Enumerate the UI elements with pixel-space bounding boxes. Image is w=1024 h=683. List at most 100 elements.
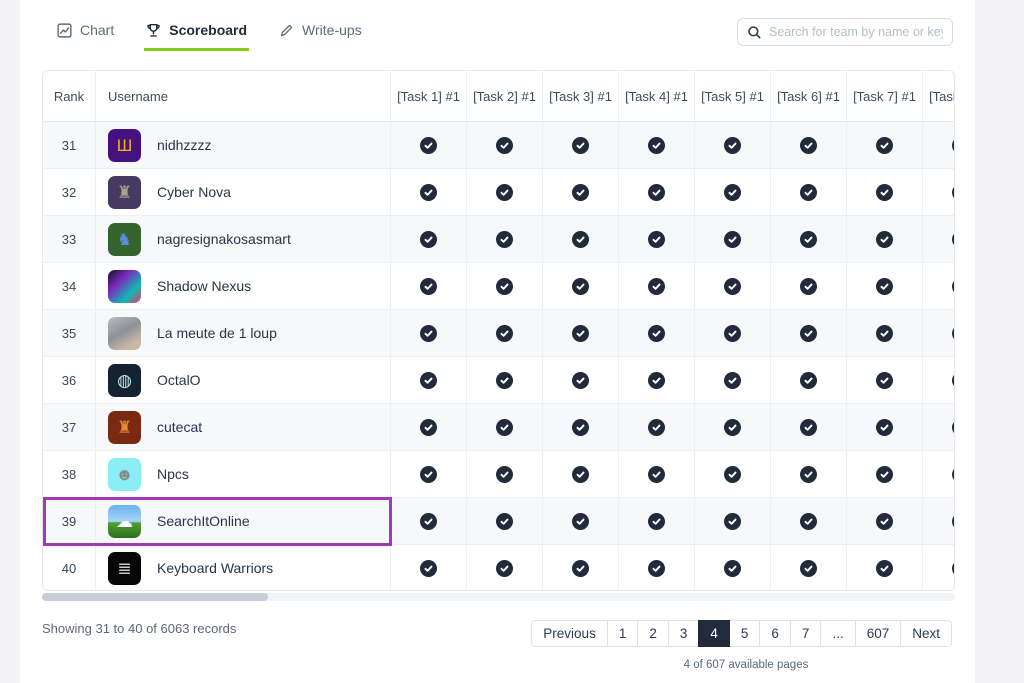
solved-check-icon bbox=[724, 372, 741, 389]
solve-cell bbox=[923, 451, 955, 497]
pagination-page-1[interactable]: 1 bbox=[607, 620, 639, 647]
table-row[interactable]: 33♞nagresignakosasmart bbox=[43, 216, 955, 263]
pagination-page-607[interactable]: 607 bbox=[855, 620, 902, 647]
tab-label: Scoreboard bbox=[169, 22, 247, 38]
pagination-next[interactable]: Next bbox=[900, 620, 952, 647]
username-cell: ♜cutecat bbox=[96, 404, 391, 450]
table-row[interactable]: 32♜Cyber Nova bbox=[43, 169, 955, 216]
solved-check-icon bbox=[876, 278, 893, 295]
pagination-page-6[interactable]: 6 bbox=[759, 620, 791, 647]
solved-check-icon bbox=[496, 560, 513, 577]
table-row[interactable]: 40≣Keyboard Warriors bbox=[43, 545, 955, 591]
username-label: Keyboard Warriors bbox=[157, 560, 273, 576]
solve-cell bbox=[695, 216, 771, 262]
solved-check-icon bbox=[420, 184, 437, 201]
solved-check-icon bbox=[876, 231, 893, 248]
solve-cell bbox=[619, 451, 695, 497]
solve-cell bbox=[543, 404, 619, 450]
tab-label: Write-ups bbox=[302, 22, 362, 38]
table-row[interactable]: 38☻Npcs bbox=[43, 451, 955, 498]
trophy-icon bbox=[146, 23, 161, 38]
solved-check-icon bbox=[876, 325, 893, 342]
solved-check-icon bbox=[420, 419, 437, 436]
username-cell: ☁SearchItOnline bbox=[96, 498, 391, 544]
solved-check-icon bbox=[724, 513, 741, 530]
tab-write-ups[interactable]: Write-ups bbox=[277, 18, 364, 51]
solved-check-icon bbox=[800, 372, 817, 389]
solve-cell bbox=[391, 169, 467, 215]
pagination-page-2[interactable]: 2 bbox=[637, 620, 669, 647]
username-cell: Shadow Nexus bbox=[96, 263, 391, 309]
tab-chart[interactable]: Chart bbox=[55, 18, 116, 51]
table-body: 31Шnidhzzzz32♜Cyber Nova33♞nagresignakos… bbox=[43, 122, 954, 591]
tab-scoreboard[interactable]: Scoreboard bbox=[144, 18, 249, 51]
solve-cell bbox=[923, 310, 955, 356]
scrollbar-thumb[interactable] bbox=[42, 593, 268, 601]
solved-check-icon bbox=[800, 137, 817, 154]
solved-check-icon bbox=[496, 513, 513, 530]
pagination-page-4[interactable]: 4 bbox=[698, 620, 730, 647]
solve-cell bbox=[543, 357, 619, 403]
solve-cell bbox=[467, 404, 543, 450]
column-header-task-4: [Task 4] #1 bbox=[619, 71, 695, 121]
tab-label: Chart bbox=[80, 22, 114, 38]
solved-check-icon bbox=[572, 419, 589, 436]
rank-cell: 31 bbox=[43, 122, 96, 168]
solve-cell bbox=[391, 263, 467, 309]
solved-check-icon bbox=[420, 278, 437, 295]
app-frame: ChartScoreboardWrite-ups Rank Username [… bbox=[0, 0, 1024, 683]
solved-check-icon bbox=[496, 372, 513, 389]
solved-check-icon bbox=[800, 278, 817, 295]
pagination-previous[interactable]: Previous bbox=[531, 620, 608, 647]
solve-cell bbox=[771, 216, 847, 262]
solve-cell bbox=[847, 216, 923, 262]
solve-cell bbox=[847, 263, 923, 309]
table-row[interactable]: 34Shadow Nexus bbox=[43, 263, 955, 310]
pagination-page-7[interactable]: 7 bbox=[790, 620, 822, 647]
username-label: La meute de 1 loup bbox=[157, 325, 277, 341]
solve-cell bbox=[391, 545, 467, 591]
solved-check-icon bbox=[800, 560, 817, 577]
solved-check-icon bbox=[648, 466, 665, 483]
table-row[interactable]: 35La meute de 1 loup bbox=[43, 310, 955, 357]
solve-cell bbox=[543, 263, 619, 309]
table-row[interactable]: 37♜cutecat bbox=[43, 404, 955, 451]
pagination: Previous1234567...607Next bbox=[531, 620, 952, 647]
solved-check-icon bbox=[800, 513, 817, 530]
solve-cell bbox=[543, 122, 619, 168]
solved-check-icon bbox=[952, 419, 955, 436]
table-row[interactable]: 31Шnidhzzzz bbox=[43, 122, 955, 169]
solve-cell bbox=[467, 310, 543, 356]
table-row[interactable]: 39☁SearchItOnline bbox=[43, 498, 955, 545]
solved-check-icon bbox=[648, 560, 665, 577]
solved-check-icon bbox=[648, 419, 665, 436]
table-row[interactable]: 36◍OctalO bbox=[43, 357, 955, 404]
solved-check-icon bbox=[648, 513, 665, 530]
solved-check-icon bbox=[724, 560, 741, 577]
solved-check-icon bbox=[876, 137, 893, 154]
solved-check-icon bbox=[876, 184, 893, 201]
solve-cell bbox=[543, 169, 619, 215]
solve-cell bbox=[543, 310, 619, 356]
pagination-page-5[interactable]: 5 bbox=[729, 620, 761, 647]
solve-cell bbox=[619, 357, 695, 403]
chart-icon bbox=[57, 23, 72, 38]
search-input[interactable] bbox=[769, 25, 943, 39]
rank-cell: 40 bbox=[43, 545, 96, 591]
solved-check-icon bbox=[496, 137, 513, 154]
solve-cell bbox=[543, 451, 619, 497]
horizontal-scrollbar[interactable] bbox=[42, 593, 955, 601]
solved-check-icon bbox=[420, 137, 437, 154]
solve-cell bbox=[619, 310, 695, 356]
solved-check-icon bbox=[496, 419, 513, 436]
solved-check-icon bbox=[952, 372, 955, 389]
solved-check-icon bbox=[648, 137, 665, 154]
pagination-page-3[interactable]: 3 bbox=[668, 620, 700, 647]
username-cell: ♜Cyber Nova bbox=[96, 169, 391, 215]
solved-check-icon bbox=[876, 560, 893, 577]
solve-cell bbox=[619, 263, 695, 309]
solve-cell bbox=[923, 169, 955, 215]
tab-bar: Chart Scoreboard Write-ups bbox=[55, 18, 392, 51]
solve-cell bbox=[467, 169, 543, 215]
avatar: ♞ bbox=[108, 223, 141, 256]
